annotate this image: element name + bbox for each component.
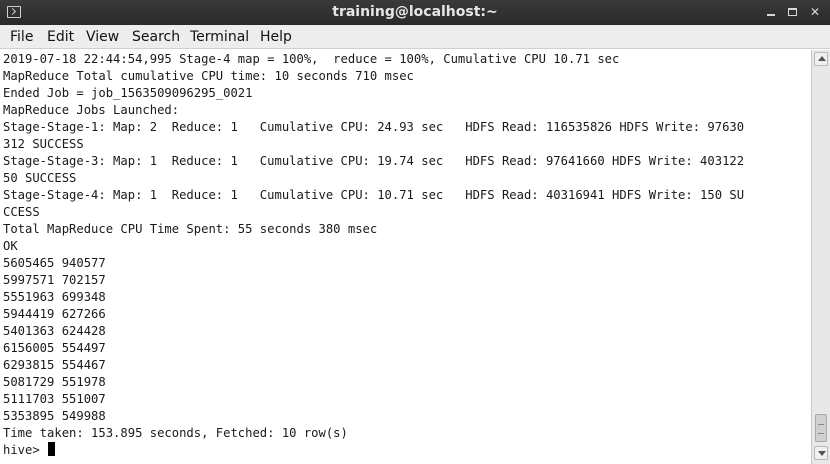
output-line: 6293815 554467	[3, 358, 106, 372]
scrollbar-thumb[interactable]	[815, 414, 827, 442]
output-line: Time taken: 153.895 seconds, Fetched: 10…	[3, 426, 348, 440]
output-line: OK	[3, 239, 18, 253]
output-line: Ended Job = job_1563509096295_0021	[3, 86, 253, 100]
maximize-icon	[788, 8, 797, 16]
scroll-down-button[interactable]	[814, 446, 828, 460]
output-line: 5997571 702157	[3, 273, 106, 287]
window-title: training@localhost:~	[332, 4, 498, 20]
minimize-button[interactable]	[762, 3, 780, 21]
output-line: Stage-Stage-1: Map: 2 Reduce: 1 Cumulati…	[3, 120, 745, 134]
terminal-window: training@localhost:~ ✕ File Edit View Se…	[0, 0, 830, 464]
hive-prompt: hive>	[3, 443, 48, 457]
output-line: 5081729 551978	[3, 375, 106, 389]
output-line: Total MapReduce CPU Time Spent: 55 secon…	[3, 222, 378, 236]
output-line: Stage-Stage-3: Map: 1 Reduce: 1 Cumulati…	[3, 154, 745, 168]
menu-edit[interactable]: Edit	[47, 29, 74, 45]
output-line: 5111703 551007	[3, 392, 106, 406]
menu-search[interactable]: Search	[132, 29, 180, 45]
output-line: MapReduce Total cumulative CPU time: 10 …	[3, 69, 414, 83]
output-line: 5551963 699348	[3, 290, 106, 304]
output-line: 5353895 549988	[3, 409, 106, 423]
menu-view[interactable]: View	[86, 29, 119, 45]
maximize-button[interactable]	[784, 3, 802, 21]
title-bar[interactable]: training@localhost:~ ✕	[0, 0, 830, 25]
close-icon: ✕	[809, 5, 821, 19]
output-line: 5944419 627266	[3, 307, 106, 321]
output-line: MapReduce Jobs Launched:	[3, 103, 180, 117]
output-line: CCESS	[3, 205, 40, 219]
output-line: Stage-Stage-4: Map: 1 Reduce: 1 Cumulati…	[3, 188, 745, 202]
text-cursor	[48, 442, 56, 456]
close-button[interactable]: ✕	[806, 3, 824, 21]
output-line: 50 SUCCESS	[3, 171, 77, 185]
output-line: 5401363 624428	[3, 324, 106, 338]
minimize-icon	[767, 14, 775, 16]
menu-bar: File Edit View Search Terminal Help	[0, 25, 830, 49]
scroll-up-button[interactable]	[814, 52, 828, 66]
output-line: 6156005 554497	[3, 341, 106, 355]
menu-file[interactable]: File	[10, 29, 33, 45]
output-line: 312 SUCCESS	[3, 137, 84, 151]
output-line: 2019-07-18 22:44:54,995 Stage-4 map = 10…	[3, 52, 620, 66]
menu-help[interactable]: Help	[260, 29, 292, 45]
prompt-line[interactable]: hive>	[3, 442, 56, 459]
terminal-output[interactable]: 2019-07-18 22:44:54,995 Stage-4 map = 10…	[0, 50, 811, 464]
output-line: 5605465 940577	[3, 256, 106, 270]
vertical-scrollbar[interactable]	[811, 50, 830, 464]
menu-terminal[interactable]: Terminal	[190, 29, 249, 45]
